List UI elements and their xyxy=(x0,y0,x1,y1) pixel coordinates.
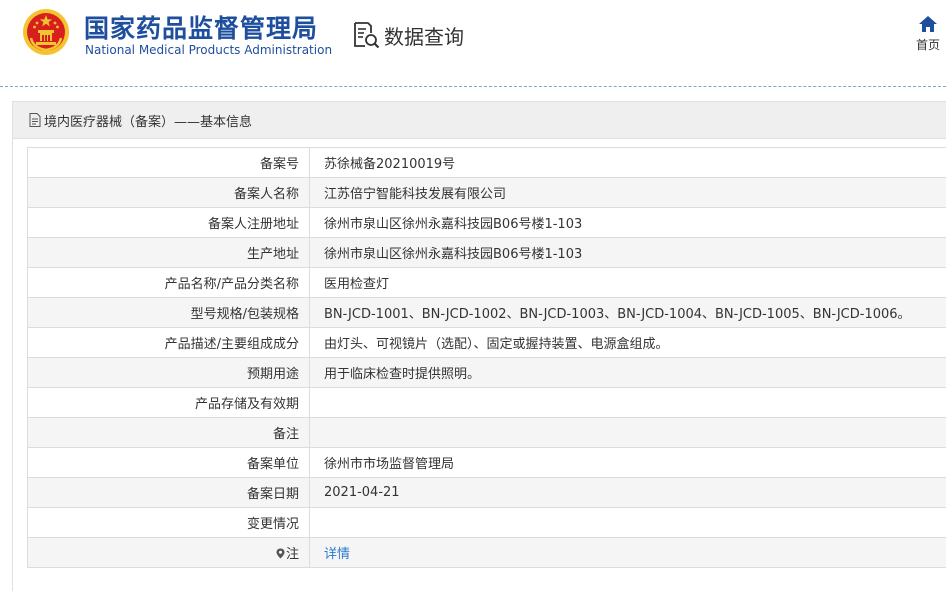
home-icon xyxy=(919,16,937,32)
table-row: 备案单位 徐州市市场监督管理局 xyxy=(27,447,946,478)
table-row: 备案号 苏徐械备20210019号 xyxy=(27,147,946,178)
document-icon xyxy=(29,113,41,127)
panel-title: 境内医疗器械（备案）——基本信息 xyxy=(29,102,252,138)
row-value: 医用检查灯 xyxy=(309,267,946,298)
note-label-cell: 注 xyxy=(27,537,310,568)
table-row: 备案日期 2021-04-21 xyxy=(27,477,946,508)
data-query-label: 数据查询 xyxy=(384,24,464,49)
table-row: 型号规格/包装规格 BN-JCD-1001、BN-JCD-1002、BN-JCD… xyxy=(27,297,946,328)
row-value xyxy=(309,387,946,418)
table-row: 产品名称/产品分类名称 医用检查灯 xyxy=(27,267,946,298)
panel-title-text: 境内医疗器械（备案）——基本信息 xyxy=(44,114,253,130)
row-value: 苏徐械备20210019号 xyxy=(309,147,946,178)
site-title[interactable]: 国家药品监督管理局 xyxy=(84,9,318,45)
table-row: 备案人注册地址 徐州市泉山区徐州永嘉科技园B06号楼1-103 xyxy=(27,207,946,238)
row-label: 备注 xyxy=(27,417,310,448)
table-row: 产品存储及有效期 xyxy=(27,387,946,418)
info-panel: 境内医疗器械（备案）——基本信息 备案号 苏徐械备20210019号 备案人名称… xyxy=(12,101,946,591)
row-label: 产品描述/主要组成成分 xyxy=(27,327,310,358)
table-row: 备案人名称 江苏倍宁智能科技发展有限公司 xyxy=(27,177,946,208)
note-label: 注 xyxy=(285,547,299,562)
row-label: 备案人注册地址 xyxy=(27,207,310,238)
national-emblem-icon[interactable] xyxy=(22,8,70,56)
table-row: 预期用途 用于临床检查时提供照明。 xyxy=(27,357,946,388)
table-row: 变更情况 xyxy=(27,507,946,538)
row-value: 江苏倍宁智能科技发展有限公司 xyxy=(309,177,946,208)
row-label: 备案号 xyxy=(27,147,310,178)
panel-header: 境内医疗器械（备案）——基本信息 xyxy=(13,102,946,139)
data-query-link[interactable]: 数据查询 xyxy=(352,20,464,50)
pin-icon xyxy=(276,548,285,559)
panel-body: 备案号 苏徐械备20210019号 备案人名称 江苏倍宁智能科技发展有限公司 备… xyxy=(13,139,946,591)
row-label: 生产地址 xyxy=(27,237,310,268)
table-row: 生产地址 徐州市泉山区徐州永嘉科技园B06号楼1-103 xyxy=(27,237,946,268)
row-label: 备案人名称 xyxy=(27,177,310,208)
row-label: 产品存储及有效期 xyxy=(27,387,310,418)
row-value: 徐州市市场监督管理局 xyxy=(309,447,946,478)
row-value xyxy=(309,417,946,448)
row-label: 产品名称/产品分类名称 xyxy=(27,267,310,298)
home-label: 首页 xyxy=(915,38,940,52)
row-value: 徐州市泉山区徐州永嘉科技园B06号楼1-103 xyxy=(309,237,946,268)
row-label: 型号规格/包装规格 xyxy=(27,297,310,328)
table-row: 备注 xyxy=(27,417,946,448)
details-link[interactable]: 详情 xyxy=(324,547,350,562)
header-divider xyxy=(0,86,946,87)
search-document-icon xyxy=(354,22,380,49)
row-value: BN-JCD-1001、BN-JCD-1002、BN-JCD-1003、BN-J… xyxy=(309,297,946,328)
row-value: 2021-04-21 xyxy=(309,477,946,508)
row-value: 徐州市泉山区徐州永嘉科技园B06号楼1-103 xyxy=(309,207,946,238)
note-value-cell: 详情 xyxy=(309,537,946,568)
table-row: 产品描述/主要组成成分 由灯头、可视镜片（选配）、固定或握持装置、电源盒组成。 xyxy=(27,327,946,358)
row-value: 用于临床检查时提供照明。 xyxy=(309,357,946,388)
row-label: 备案日期 xyxy=(27,477,310,508)
row-value: 由灯头、可视镜片（选配）、固定或握持装置、电源盒组成。 xyxy=(309,327,946,358)
table-row: 注 详情 xyxy=(27,537,946,568)
site-header: 国家药品监督管理局 National Medical Products Admi… xyxy=(0,0,946,86)
row-value xyxy=(309,507,946,538)
row-label: 备案单位 xyxy=(27,447,310,478)
site-subtitle[interactable]: National Medical Products Administration xyxy=(85,43,332,57)
row-label: 预期用途 xyxy=(27,357,310,388)
row-label: 变更情况 xyxy=(27,507,310,538)
info-table: 备案号 苏徐械备20210019号 备案人名称 江苏倍宁智能科技发展有限公司 备… xyxy=(27,147,946,568)
home-link[interactable]: 首页 xyxy=(908,14,946,53)
